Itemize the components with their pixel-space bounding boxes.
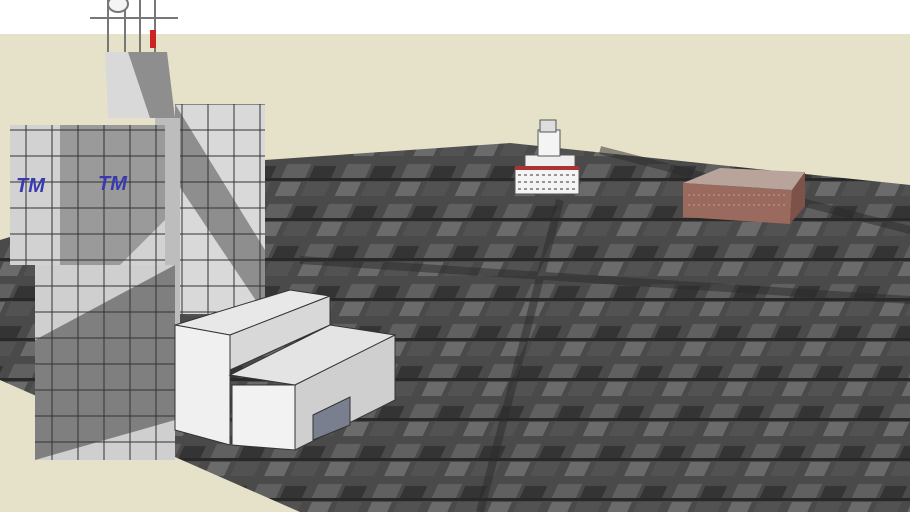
telmex-logo-right: TM [98,173,128,195]
telmex-logo-left: TM [16,175,46,197]
3d-viewport[interactable]: TM TM [0,0,910,512]
brick-building-model [683,168,805,224]
